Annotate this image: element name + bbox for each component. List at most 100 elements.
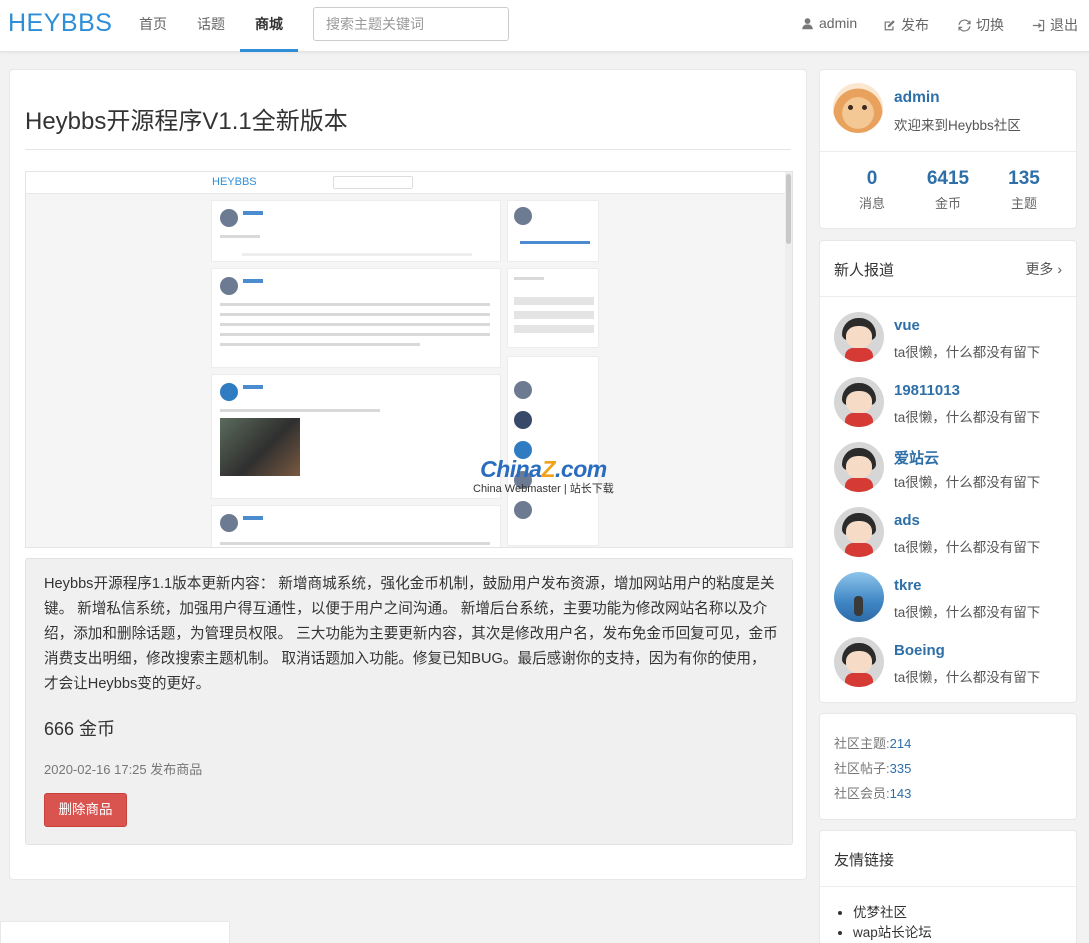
screenshot-post-card: [211, 505, 501, 547]
nav-shop[interactable]: 商城: [240, 0, 298, 52]
search-input[interactable]: [313, 7, 509, 41]
stat-label: 社区帖子:: [834, 761, 890, 776]
product-description: Heybbs开源程序1.1版本更新内容： 新增商城系统，强化金币机制，鼓励用户发…: [44, 576, 778, 692]
stat-value: 0: [866, 168, 878, 189]
user-bio: ta很懒，什么都没有留下: [894, 670, 1041, 685]
stat-value: 214: [889, 736, 912, 751]
nav-topics[interactable]: 话题: [197, 0, 225, 52]
product-info-box: Heybbs开源程序1.1版本更新内容： 新增商城系统，强化金币机制，鼓励用户发…: [25, 558, 793, 845]
watermark-subtext: China Webmaster | 站长下载: [473, 483, 614, 495]
list-item[interactable]: 19811013 ta很懒，什么都没有留下: [834, 377, 1074, 429]
product-screenshot: HEYBBS ChinaZ.com China Webmaster | 站长下载: [25, 171, 793, 548]
list-item[interactable]: vue ta很懒，什么都没有留下: [834, 312, 1074, 364]
more-label: 更多: [1025, 261, 1054, 277]
community-stats-card: 社区主题:214 社区帖子:335 社区会员:143: [819, 713, 1077, 820]
avatar[interactable]: [834, 637, 884, 687]
user-bio: ta很懒，什么都没有留下: [894, 540, 1041, 555]
stat-label: 金币: [934, 196, 961, 211]
product-date: 2020-02-16 17:25 发布商品: [44, 762, 203, 777]
new-members-card: 新人报道 更多 › vue ta很懒，什么都没有留下 19811013 ta很懒…: [819, 240, 1077, 703]
screenshot-users-card: [507, 356, 599, 546]
avatar[interactable]: [833, 83, 883, 133]
user-bio: ta很懒，什么都没有留下: [894, 345, 1041, 360]
watermark-z: Z: [541, 456, 556, 482]
screenshot-navbar: HEYBBS: [26, 172, 792, 194]
divider: [820, 151, 1076, 152]
avatar[interactable]: [834, 377, 884, 427]
new-members-title: 新人报道: [834, 262, 895, 279]
user-name[interactable]: Boeing: [894, 642, 945, 659]
avatar[interactable]: [834, 312, 884, 362]
nav-publish[interactable]: 发布: [883, 15, 929, 35]
stat-coins[interactable]: 6415 金币: [918, 168, 978, 212]
divider: [25, 149, 791, 150]
avatar[interactable]: [834, 507, 884, 557]
stat-label: 社区会员:: [834, 786, 890, 801]
more-link[interactable]: 更多 ›: [1025, 259, 1062, 279]
screenshot-post-card: [211, 374, 501, 499]
user-name[interactable]: tkre: [894, 577, 922, 594]
avatar[interactable]: [834, 442, 884, 492]
nav-home[interactable]: 首页: [139, 0, 167, 52]
user-bio: ta很懒，什么都没有留下: [894, 475, 1041, 490]
list-item[interactable]: 爱站云 ta很懒，什么都没有留下: [834, 442, 1074, 494]
delete-product-button[interactable]: 删除商品: [44, 793, 127, 827]
nav-logout[interactable]: 退出: [1032, 15, 1078, 35]
nav-switch[interactable]: 切换: [958, 15, 1004, 35]
product-title: Heybbs开源程序V1.1全新版本: [25, 108, 348, 135]
stat-topics[interactable]: 135 主题: [994, 168, 1054, 212]
community-topics: 社区主题:214: [834, 733, 911, 752]
friend-link[interactable]: 优梦社区: [853, 903, 932, 923]
user-name[interactable]: vue: [894, 317, 920, 334]
stat-value: 143: [889, 786, 912, 801]
stat-value: 335: [889, 761, 912, 776]
watermark-text: China: [480, 456, 542, 482]
nav-user[interactable]: admin: [801, 15, 857, 31]
screenshot-profile-card: [507, 200, 599, 262]
user-name[interactable]: 爱站云: [894, 447, 939, 468]
nav-publish-label: 发布: [901, 17, 929, 33]
friend-links-title: 友情链接: [834, 852, 895, 869]
edit-icon: [884, 19, 895, 30]
product-price: 666 金币: [44, 719, 116, 739]
screenshot-brand: HEYBBS: [212, 176, 257, 188]
refresh-icon: [958, 19, 971, 31]
list-item[interactable]: ads ta很懒，什么都没有留下: [834, 507, 1074, 559]
user-bio: ta很懒，什么都没有留下: [894, 605, 1041, 620]
watermark-tail: .com: [555, 456, 607, 482]
divider: [820, 886, 1076, 887]
avatar[interactable]: [834, 572, 884, 622]
nav-switch-label: 切换: [976, 17, 1004, 33]
stat-messages[interactable]: 0 消息: [842, 168, 902, 212]
profile-welcome: 欢迎来到Heybbs社区: [894, 118, 1021, 133]
list-item[interactable]: tkre ta很懒，什么都没有留下: [834, 572, 1074, 624]
nav-logout-label: 退出: [1050, 17, 1078, 33]
site-logo[interactable]: HEYBBS: [8, 9, 112, 38]
user-name[interactable]: 19811013: [894, 382, 960, 399]
screenshot-scrollbar: [785, 172, 792, 547]
community-members: 社区会员:143: [834, 783, 911, 802]
stat-label: 主题: [1010, 196, 1037, 211]
friend-links-card: 友情链接 优梦社区 wap站长论坛: [819, 830, 1077, 943]
logout-icon: [1032, 19, 1045, 31]
community-posts: 社区帖子:335: [834, 758, 911, 777]
profile-name[interactable]: admin: [894, 89, 940, 107]
screenshot-watermark: ChinaZ.com China Webmaster | 站长下载: [473, 456, 614, 496]
nav-user-label: admin: [819, 15, 858, 31]
screenshot-post-card: [211, 268, 501, 368]
user-bio: ta很懒，什么都没有留下: [894, 410, 1041, 425]
profile-card: admin 欢迎来到Heybbs社区 0 消息 6415 金币 135 主题: [819, 69, 1077, 229]
screenshot-tags-card: [507, 268, 599, 348]
divider: [820, 296, 1076, 297]
user-name[interactable]: ads: [894, 512, 920, 529]
stat-label: 社区主题:: [834, 736, 890, 751]
stat-value: 135: [1008, 168, 1040, 189]
stat-label: 消息: [858, 196, 885, 211]
screenshot-post-card: [211, 200, 501, 262]
top-navbar: HEYBBS 首页 话题 商城 admin 发布 切换 退出: [0, 0, 1089, 52]
list-item[interactable]: Boeing ta很懒，什么都没有留下: [834, 637, 1074, 689]
product-panel: Heybbs开源程序V1.1全新版本 HEYBBS ChinaZ.com Chi…: [9, 69, 807, 880]
friend-link[interactable]: wap站长论坛: [853, 923, 932, 943]
user-icon: [802, 17, 813, 29]
chevron-right-icon: ›: [1057, 261, 1062, 277]
